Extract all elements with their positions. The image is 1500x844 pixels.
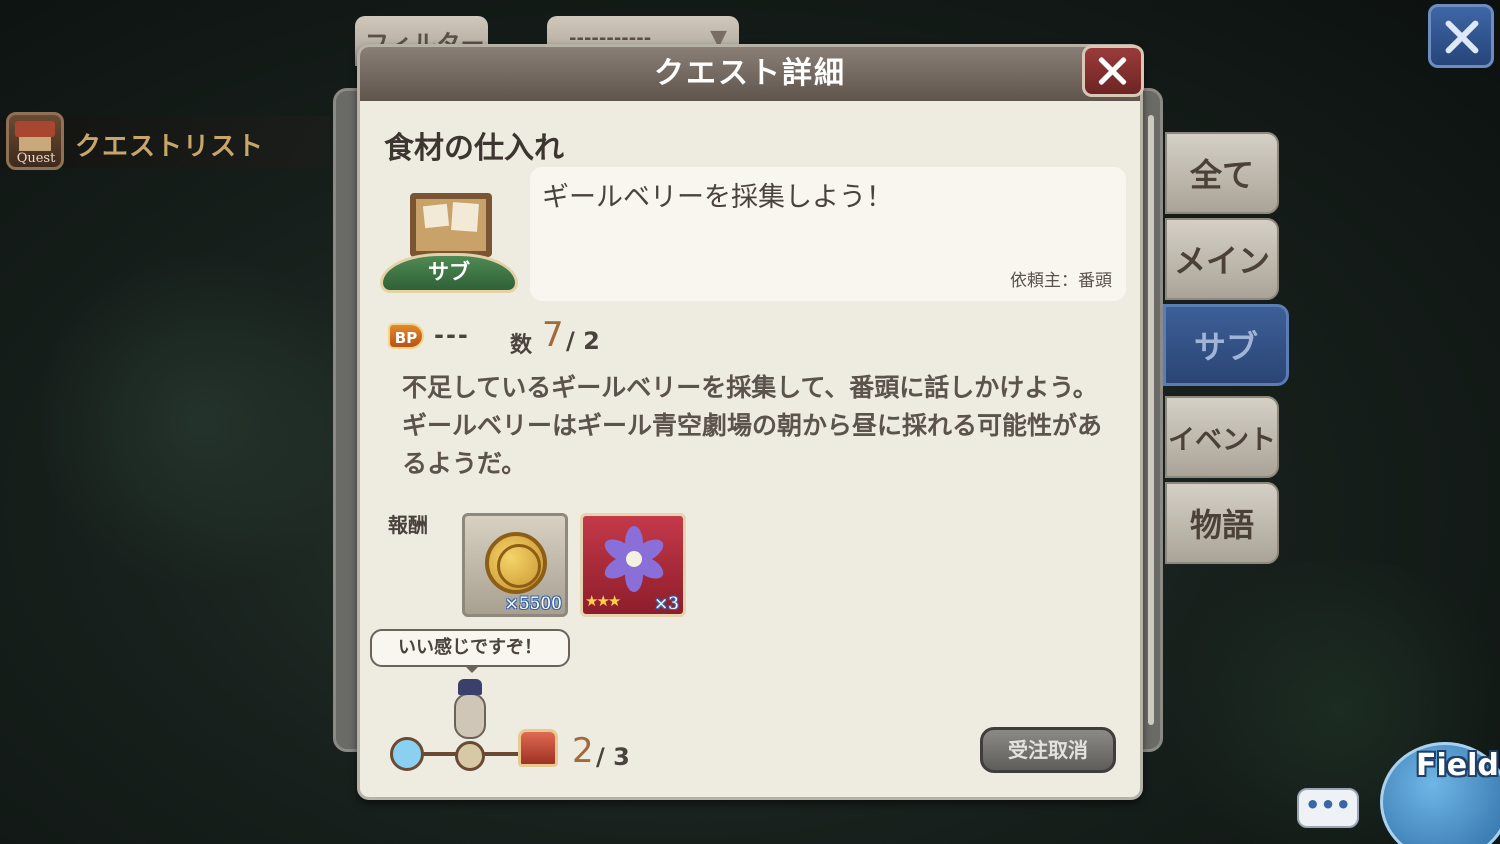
progress-total: / 3 — [596, 743, 630, 771]
tab-all[interactable]: 全て — [1165, 132, 1279, 214]
reward-quantity: ×3 — [653, 594, 679, 614]
bp-value: --- — [434, 321, 470, 349]
field-label: Field — [1416, 748, 1499, 783]
client-name: 依頼主：番頭 — [1010, 271, 1112, 291]
background-foliage — [40, 240, 360, 600]
count-required: / 2 — [566, 327, 600, 355]
treasure-chest-icon — [518, 729, 558, 767]
close-screen-button[interactable] — [1428, 4, 1494, 68]
count-current: 7 — [542, 315, 564, 355]
chat-button[interactable]: ••• — [1297, 788, 1359, 828]
sub-quest-emblem-icon: サブ — [380, 187, 518, 299]
tab-event[interactable]: イベント — [1165, 396, 1279, 478]
rarity-stars: ★★★ — [585, 592, 621, 610]
bp-icon: BP — [388, 323, 424, 349]
cancel-quest-button[interactable]: 受注取消 — [980, 727, 1116, 773]
quest-board-icon: Quest — [6, 112, 64, 170]
dialog-scrollbar[interactable] — [1148, 115, 1154, 725]
tab-story[interactable]: 物語 — [1165, 482, 1279, 564]
guide-character-icon — [450, 679, 490, 749]
reward-quantity: ×5500 — [504, 594, 562, 614]
speech-bubble: いい感じですぞ！ — [370, 629, 570, 673]
reward-item[interactable]: ★★★ ×3 — [580, 513, 686, 617]
emblem-label: サブ — [380, 253, 518, 293]
quest-description: 不足しているギールベリーを採集して、番頭に話しかけよう。ギールベリーはギール青空… — [402, 373, 1103, 478]
reward-label: 報酬 — [388, 513, 428, 537]
progress-start-node — [390, 737, 424, 771]
dialog-close-button[interactable] — [1082, 45, 1144, 97]
tab-sub[interactable]: サブ — [1163, 304, 1289, 386]
count-label: 数 — [510, 333, 533, 358]
reward-item[interactable]: ×5500 — [462, 513, 568, 617]
gold-coin-icon — [485, 532, 547, 594]
dialog-title: クエスト詳細 — [360, 47, 1140, 101]
objective-text: ギールベリーを採集しよう！ — [542, 182, 893, 213]
quest-icon-label: Quest — [16, 151, 56, 166]
quest-name: 食材の仕入れ — [384, 131, 564, 166]
purple-flower-icon — [600, 526, 668, 592]
progress-current: 2 — [572, 731, 594, 771]
objective-box: ギールベリーを採集しよう！ 依頼主：番頭 — [530, 167, 1126, 301]
quest-detail-dialog: クエスト詳細 食材の仕入れ サブ ギールベリーを採集しよう！ 依頼主：番頭 BP… — [357, 44, 1154, 800]
tab-main[interactable]: メイン — [1165, 218, 1279, 300]
quest-list-title: クエストリスト — [75, 132, 265, 162]
